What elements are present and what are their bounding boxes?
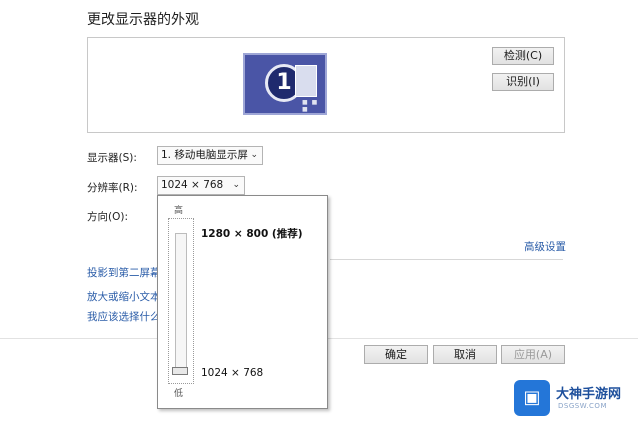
detect-button[interactable]: 检测(C) [492,47,554,65]
which-settings-link[interactable]: 我应该选择什么 [87,309,161,324]
resolution-select-value: 1024 × 768 [161,179,224,191]
project-second-screen-link[interactable]: 投影到第二屏幕 [87,265,161,280]
divider [330,259,563,260]
watermark-text: 大神手游网 [556,387,622,402]
ok-button[interactable]: 确定 [364,345,428,364]
resolution-option-low[interactable]: 1024 × 768 [201,367,263,379]
display-label: 显示器(S): [87,152,137,164]
chevron-down-icon: ⌄ [232,180,240,190]
resolution-select[interactable]: 1024 × 768 ⌄ [157,176,245,195]
resolution-slider-thumb[interactable] [172,367,188,375]
display-select-value: 1. 移动电脑显示屏 [161,149,248,161]
monitor-window-icon [295,65,317,97]
resolution-slider-track[interactable] [175,233,187,373]
watermark: ▣ 大神手游网 DSGSW.COM [512,380,630,420]
chevron-down-icon: ⌄ [250,150,258,160]
resolution-label: 分辨率(R): [87,182,138,194]
text-size-link[interactable]: 放大或缩小文本 [87,289,161,304]
monitor-1-tile[interactable]: 1 ■ ■ ■ [243,53,327,115]
page-title: 更改显示器的外观 [87,12,199,28]
slider-high-label: 高 [174,206,184,216]
apply-button[interactable]: 应用(A) [501,345,565,364]
display-select[interactable]: 1. 移动电脑显示屏 ⌄ [157,146,263,165]
advanced-settings-link[interactable]: 高级设置 [524,239,566,254]
cancel-button[interactable]: 取消 [433,345,497,364]
cube-logo-icon: ▣ [514,380,550,416]
slider-low-label: 低 [174,389,184,399]
resolution-dropdown: 高 1280 × 800 (推荐) 1024 × 768 低 [157,195,328,409]
monitor-dots-icon: ■ ■ ■ [302,99,319,113]
identify-button[interactable]: 识别(I) [492,73,554,91]
resolution-option-high[interactable]: 1280 × 800 (推荐) [201,226,303,241]
orientation-label: 方向(O): [87,211,128,223]
watermark-subtext: DSGSW.COM [558,402,607,410]
